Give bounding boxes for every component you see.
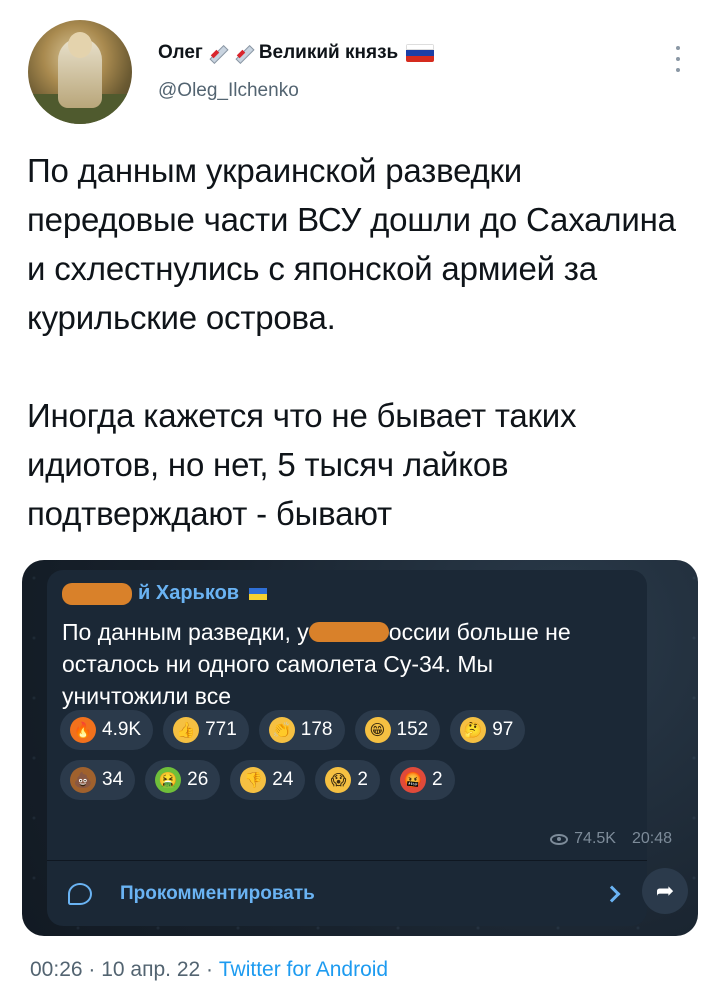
author-handle[interactable]: @Oleg_Ilchenko [158, 80, 299, 102]
vomit-icon: 🤮 [155, 767, 182, 793]
tweet-meta: 00:26 · 10 апр. 22 · Twitter for Android [30, 958, 388, 982]
reaction-pill[interactable]: 🔥 4.9K [60, 710, 154, 750]
grin-icon: 😁 [364, 717, 391, 743]
reactions-row: 🔥 4.9K 👍 771 👏 178 😁 152 🤔 97 [60, 710, 620, 750]
reaction-count: 178 [300, 719, 333, 740]
cursing-icon: 🤬 [400, 767, 426, 793]
scream-icon: 😱 [325, 767, 352, 793]
syringe-icon [207, 42, 229, 64]
clap-icon: 👏 [268, 717, 295, 743]
author-name-prefix: Олег [158, 42, 203, 63]
comment-button[interactable]: Прокомментировать [68, 874, 628, 914]
reaction-count: 34 [102, 769, 124, 790]
russia-flag-icon [406, 44, 435, 62]
message-time: 20:48 [631, 830, 672, 847]
poop-icon: 💩 [70, 767, 96, 793]
reaction-pill[interactable]: 💩 34 [60, 760, 136, 800]
reaction-count: 2 [357, 769, 368, 790]
reaction-count: 152 [396, 719, 429, 740]
reactions-row: 💩 34 🤮 26 👎 24 😱 2 🤬 2 [60, 760, 620, 800]
share-button[interactable]: ➦ [642, 868, 688, 914]
reaction-pill[interactable]: 🤔 97 [450, 710, 526, 750]
reaction-pill[interactable]: 👍 771 [163, 710, 249, 750]
comment-label: Прокомментировать [120, 883, 315, 904]
reactions: 🔥 4.9K 👍 771 👏 178 😁 152 🤔 97 💩 34 🤮 26 👎 24 😱 2 🤬 2 [60, 710, 620, 810]
tweet-media[interactable]: й Харьков По данным разведки, у оссии бол… [22, 560, 698, 936]
reaction-pill[interactable]: 👎 24 [230, 760, 306, 800]
reaction-count: 771 [205, 719, 237, 740]
reaction-count: 4.9K [102, 719, 142, 740]
channel-name: й Харьков [62, 582, 268, 605]
more-options-icon[interactable] [668, 42, 688, 76]
tweet-text: По данным украинской разведки передовые … [27, 152, 676, 532]
chevron-right-icon [603, 885, 621, 903]
views-count: 74.5K [574, 830, 616, 847]
tweet-header: Олег Великий князь @Oleg_Ilchenko [28, 20, 692, 130]
views-counter: 74.5K 20:48 [550, 830, 672, 848]
reaction-pill[interactable]: 🤮 26 [145, 760, 221, 800]
comment-icon [68, 883, 92, 905]
share-arrow-icon: ➦ [655, 878, 675, 903]
thinking-icon: 🤔 [460, 717, 487, 743]
reaction-count: 97 [492, 719, 514, 740]
meta-separator: · [200, 958, 219, 981]
avatar[interactable] [28, 20, 132, 124]
meta-separator: · [82, 958, 102, 981]
redaction-mark [308, 622, 389, 642]
tweet-date[interactable]: 10 апр. 22 [101, 958, 200, 981]
reaction-pill[interactable]: 😁 152 [354, 710, 441, 750]
tweet-source[interactable]: Twitter for Android [219, 958, 388, 981]
syringe-icon [233, 42, 255, 64]
reaction-pill[interactable]: 🤬 2 [390, 760, 455, 800]
eye-icon [550, 833, 569, 845]
author-name[interactable]: Олег Великий князь [158, 42, 435, 64]
divider [47, 860, 647, 861]
message-text: По данным разведки, у оссии больше не ост… [62, 616, 622, 712]
thumbs-down-icon: 👎 [240, 767, 267, 793]
reaction-count: 24 [272, 769, 294, 790]
reaction-count: 2 [432, 769, 443, 790]
reaction-pill[interactable]: 😱 2 [315, 760, 380, 800]
tweet-time[interactable]: 00:26 [30, 958, 83, 981]
fire-icon: 🔥 [70, 717, 96, 743]
author-name-suffix: Великий князь [258, 42, 399, 63]
channel-name-text: й Харьков [138, 582, 240, 604]
redaction-mark [62, 582, 132, 605]
reaction-pill[interactable]: 👏 178 [258, 710, 345, 750]
reaction-count: 26 [187, 769, 209, 790]
ukraine-flag-icon [249, 587, 268, 600]
thumbs-up-icon: 👍 [173, 717, 200, 743]
message-text-part1: По данным разведки, у [62, 619, 309, 645]
